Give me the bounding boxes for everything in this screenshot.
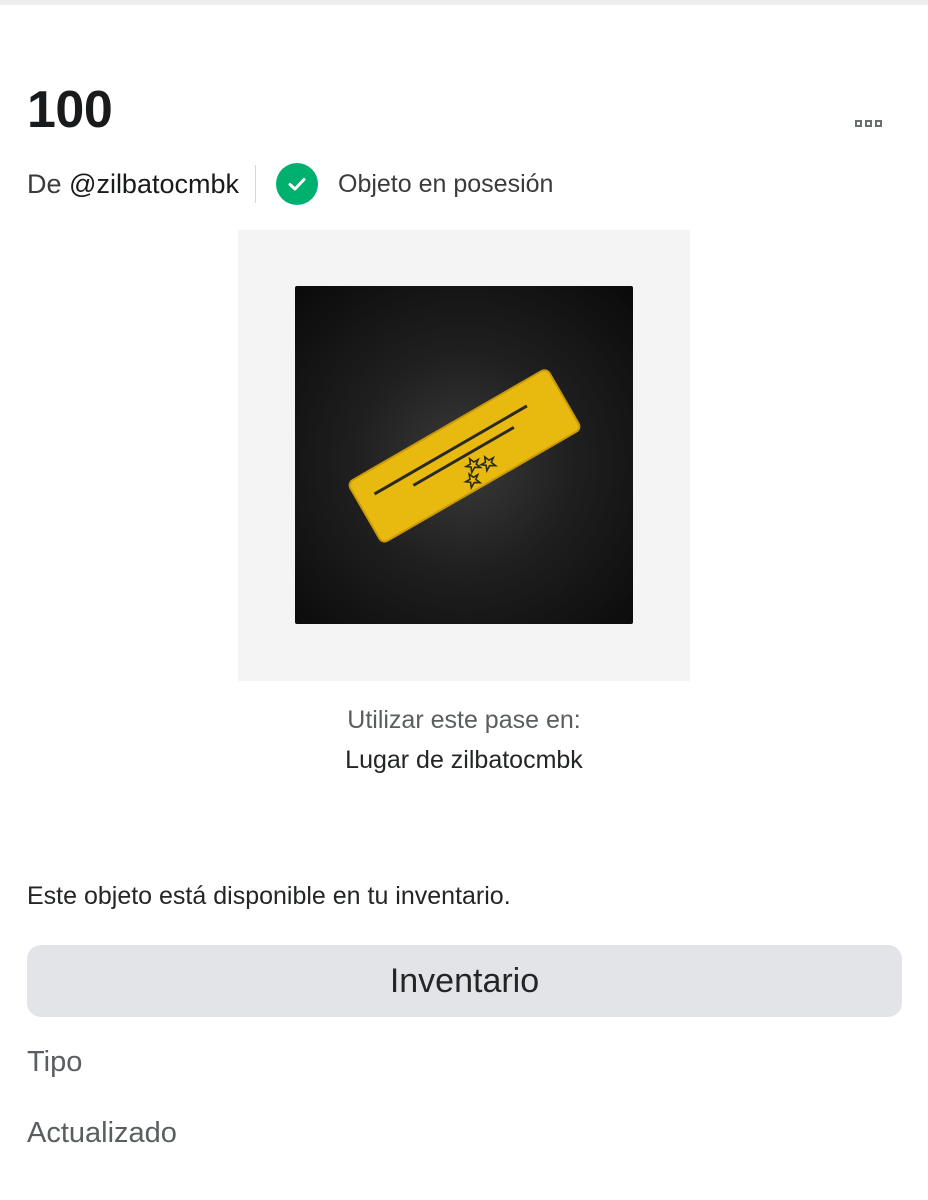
checkmark-circle-icon <box>276 163 318 205</box>
inventory-note: Este objeto está disponible en tu invent… <box>27 882 511 910</box>
use-pass-label: Utilizar este pase en: <box>347 706 581 734</box>
more-options-button[interactable] <box>842 110 894 136</box>
item-thumbnail-frame <box>238 230 690 681</box>
creator-link[interactable]: @zilbatocmbk <box>69 169 239 199</box>
type-label: Tipo <box>27 1046 83 1078</box>
more-options-icon <box>854 119 862 127</box>
updated-label: Actualizado <box>27 1117 177 1149</box>
gold-ticket-pass-icon <box>348 369 581 543</box>
creator-line: De @zilbatocmbk <box>27 169 239 200</box>
place-link[interactable]: Lugar de zilbatocmbk <box>0 746 928 775</box>
top-divider <box>0 0 928 5</box>
meta-divider <box>255 165 256 203</box>
item-thumbnail <box>295 286 633 624</box>
creator-prefix: De <box>27 168 62 199</box>
item-title: 100 <box>27 81 113 139</box>
inventory-button[interactable]: Inventario <box>27 945 902 1017</box>
more-options-icon-dot <box>864 119 872 127</box>
more-options-icon-dot <box>874 119 882 127</box>
item-meta-row: De @zilbatocmbk Objeto en posesión <box>27 163 553 205</box>
owned-status: Objeto en posesión <box>338 169 554 198</box>
